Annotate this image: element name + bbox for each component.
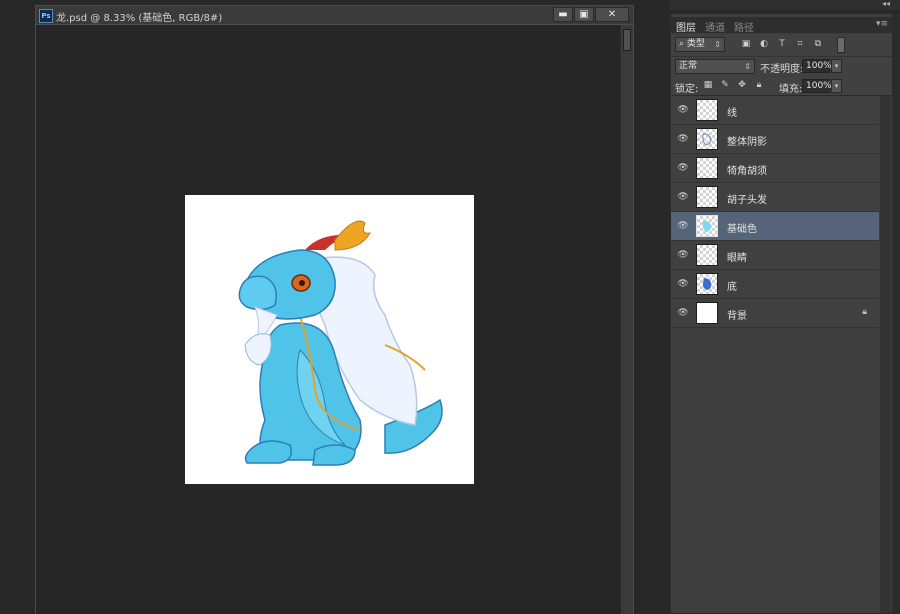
layer-list: 👁︎ 线 👁︎ 整体阴影 👁︎ 犄角胡须 👁︎ 胡子头发 👁︎ 基础色 👁︎ 眼… — [671, 96, 879, 328]
layer-thumbnail — [696, 186, 718, 208]
lock-image-icon[interactable]: ✎ — [720, 80, 730, 90]
layer-name: 底 — [727, 282, 737, 293]
panel-tabs: 图层 通道 路径 ▾≡ — [671, 17, 892, 35]
opacity-label: 不透明度: — [760, 64, 804, 75]
document-title: 龙.psd @ 8.33% (基础色, RGB/8#) — [56, 13, 223, 24]
layer-thumbnail — [696, 273, 718, 295]
eye-icon[interactable]: 👁︎ — [677, 221, 689, 231]
panel-dock-header: ◂◂ — [670, 0, 900, 10]
close-button[interactable]: ✕ — [595, 7, 629, 22]
filter-kind-select[interactable]: ⌕ 类型 ⇕ — [675, 37, 725, 52]
panel-menu-icon[interactable]: ▾≡ — [876, 19, 888, 29]
eye-icon[interactable]: 👁︎ — [677, 250, 689, 260]
adjustment-filter-icon[interactable]: ◐ — [759, 39, 769, 49]
layer-name: 背景 — [727, 311, 747, 322]
layer-thumbnail — [696, 99, 718, 121]
eye-icon[interactable]: 👁︎ — [677, 134, 689, 144]
type-filter-icon[interactable]: T — [777, 39, 787, 49]
layer-name: 眼睛 — [727, 253, 747, 264]
smart-object-filter-icon[interactable]: ⧉ — [813, 39, 823, 49]
layer-row[interactable]: 👁︎ 整体阴影 — [671, 125, 879, 154]
layer-thumbnail — [696, 302, 718, 324]
blend-row: 正常 ⇕ 不透明度: 100% ▾ — [671, 57, 892, 77]
fill-label: 填充: — [779, 84, 803, 95]
layer-row[interactable]: 👁︎ 犄角胡须 — [671, 154, 879, 183]
fill-input[interactable]: 100% — [802, 79, 832, 93]
lock-label: 锁定: — [675, 84, 699, 95]
shape-filter-icon[interactable]: ⌗ — [795, 39, 805, 49]
dragon-horn-gold — [334, 220, 371, 251]
document-title-bar[interactable]: Ps 龙.psd @ 8.33% (基础色, RGB/8#) ▬ ▣ ✕ — [36, 6, 633, 25]
canvas-area[interactable] — [36, 25, 620, 614]
layer-row-selected[interactable]: 👁︎ 基础色 — [671, 212, 879, 241]
chevron-down-icon: ⇕ — [744, 62, 751, 71]
dragon-snout — [238, 275, 277, 311]
eye-icon[interactable]: 👁︎ — [677, 163, 689, 173]
document-window: Ps 龙.psd @ 8.33% (基础色, RGB/8#) ▬ ▣ ✕ — [35, 5, 634, 614]
lock-all-icon[interactable]: 🔒︎ — [754, 80, 764, 90]
eye-icon[interactable]: 👁︎ — [677, 105, 689, 115]
layer-thumbnail — [696, 244, 718, 266]
lock-position-icon[interactable]: ✥ — [737, 80, 747, 90]
layer-name: 胡子头发 — [727, 195, 767, 206]
layer-row[interactable]: 👁︎ 胡子头发 — [671, 183, 879, 212]
layer-row[interactable]: 👁︎ 线 — [671, 96, 879, 125]
layer-thumbnail — [696, 157, 718, 179]
dragon-artwork — [238, 220, 443, 466]
image-filter-icon[interactable]: ▣ — [741, 39, 751, 49]
layer-row[interactable]: 👁︎ 眼睛 — [671, 241, 879, 270]
lock-icon: 🔒︎ — [862, 307, 867, 317]
eye-icon[interactable]: 👁︎ — [677, 308, 689, 318]
tab-layers[interactable]: 图层 — [676, 19, 696, 35]
layers-scrollbar[interactable] — [880, 96, 891, 613]
panel-edge-strip — [892, 14, 900, 613]
layer-name: 犄角胡须 — [727, 166, 767, 177]
opacity-input[interactable]: 100% — [802, 59, 832, 73]
layer-thumbnail — [696, 128, 718, 150]
dragon-foot-left — [244, 440, 292, 464]
layer-name: 线 — [727, 108, 737, 119]
artboard[interactable] — [185, 195, 474, 484]
layer-thumbnail — [696, 215, 718, 237]
blend-mode-select[interactable]: 正常 ⇕ — [675, 59, 755, 74]
photoshop-app-icon: Ps — [39, 9, 53, 23]
eye-icon[interactable]: 👁︎ — [677, 192, 689, 202]
filter-kind-label: 类型 — [686, 39, 705, 49]
dragon-pupil — [299, 280, 305, 286]
blend-mode-value: 正常 — [679, 61, 698, 71]
layer-row[interactable]: 👁︎ 底 — [671, 270, 879, 299]
tab-paths[interactable]: 路径 — [734, 19, 754, 34]
dragon-foot-right — [312, 444, 356, 466]
filter-toggle[interactable] — [837, 37, 845, 53]
layer-name: 整体阴影 — [727, 137, 767, 148]
opacity-dropdown-icon[interactable]: ▾ — [831, 59, 842, 73]
collapse-panels-icon[interactable]: ◂◂ — [882, 0, 890, 8]
maximize-button[interactable]: ▣ — [574, 7, 594, 22]
lock-row: 锁定: ▦ ✎ ✥ 🔒︎ 填充: 100% ▾ — [671, 77, 892, 96]
layer-filter-row: ⌕ 类型 ⇕ ▣ ◐ T ⌗ ⧉ — [671, 34, 892, 57]
tab-channels[interactable]: 通道 — [705, 19, 725, 34]
chevron-down-icon: ⇕ — [714, 40, 721, 49]
minimize-button[interactable]: ▬ — [553, 7, 573, 22]
eye-icon[interactable]: 👁︎ — [677, 279, 689, 289]
layers-panel: 图层 通道 路径 ▾≡ ⌕ 类型 ⇕ ▣ ◐ T ⌗ ⧉ 正常 ⇕ 不透明度: … — [670, 14, 892, 613]
lock-transparent-icon[interactable]: ▦ — [703, 80, 713, 90]
fill-dropdown-icon[interactable]: ▾ — [831, 79, 842, 93]
layer-name: 基础色 — [727, 224, 757, 235]
search-icon: ⌕ — [679, 39, 685, 49]
layer-row[interactable]: 👁︎ 背景 🔒︎ — [671, 299, 879, 328]
vertical-scrollbar[interactable] — [620, 25, 633, 614]
